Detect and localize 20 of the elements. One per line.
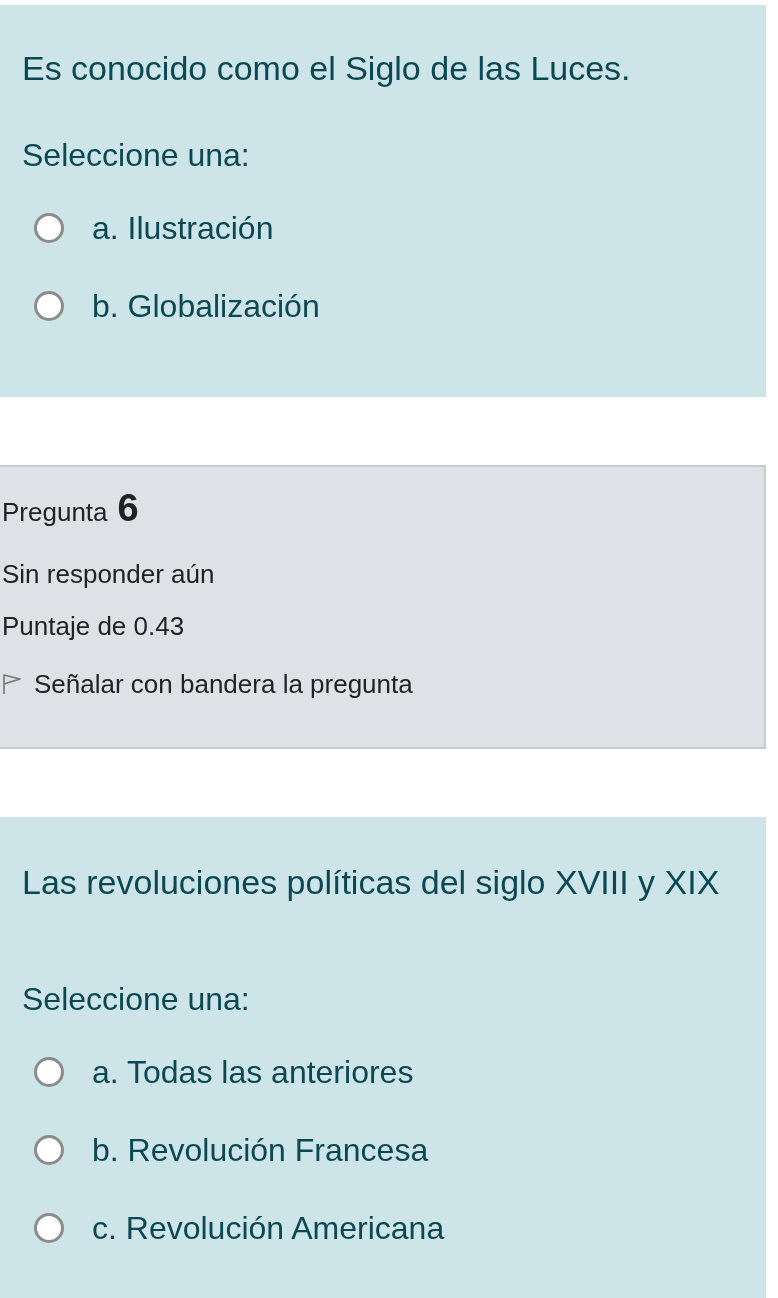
radio-button[interactable] — [34, 1135, 64, 1165]
option-label[interactable]: a. Ilustración — [92, 209, 274, 247]
question-text: Las revoluciones políticas del siglo XVIII y XIX — [22, 862, 721, 903]
question-number: 6 — [117, 487, 139, 530]
prompt-text: Seleccione una: — [22, 980, 251, 1019]
radio-button[interactable] — [34, 1057, 64, 1087]
option-label[interactable]: b. Globalización — [92, 287, 320, 325]
question-text: Es conocido como el Siglo de las Luces. — [22, 48, 632, 89]
prompt-text: Seleccione una: — [22, 136, 251, 175]
option-label[interactable]: b. Revolución Francesa — [92, 1131, 429, 1169]
radio-button[interactable] — [34, 1213, 64, 1243]
option-label[interactable]: c. Revolución Americana — [92, 1209, 445, 1247]
radio-button[interactable] — [34, 291, 64, 321]
flag-question-link[interactable]: Señalar con bandera la pregunta — [34, 669, 413, 699]
status-text: Sin responder aún — [2, 559, 216, 589]
radio-button[interactable] — [34, 213, 64, 243]
question-label: Pregunta — [2, 497, 108, 528]
score-text: Puntaje de 0.43 — [2, 611, 186, 641]
flag-icon[interactable] — [2, 673, 22, 695]
option-label[interactable]: a. Todas las anteriores — [92, 1053, 414, 1091]
